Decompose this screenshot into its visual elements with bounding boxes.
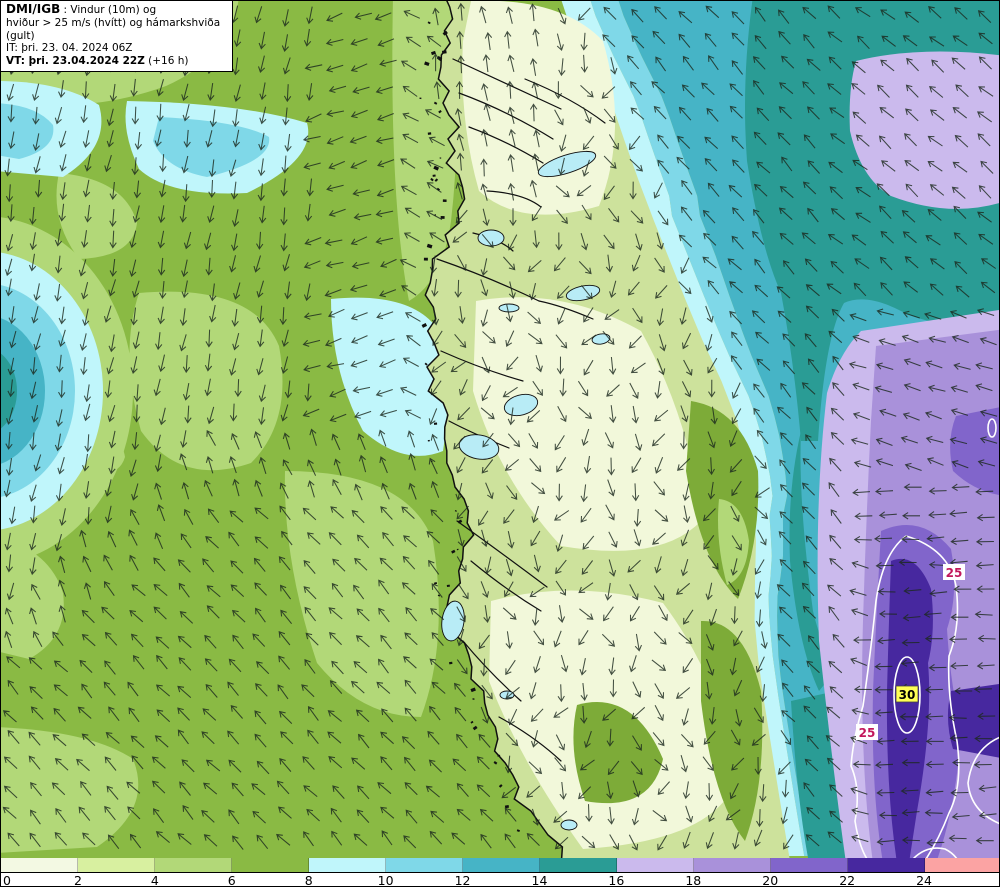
colorbar-tick-0: 0 — [3, 873, 11, 887]
colorbar-segment-18 — [694, 858, 771, 872]
coastal-island — [442, 199, 447, 203]
colorbar-segment-10 — [386, 858, 463, 872]
colorbar-segment-24 — [925, 858, 999, 872]
lake — [498, 303, 520, 313]
coastal-island — [423, 257, 428, 261]
map-canvas: 25 25 30 — [1, 1, 999, 858]
coastal-island — [446, 584, 450, 588]
gust-label-text: 30 — [899, 688, 916, 702]
colorbar-tick-6: 6 — [227, 873, 236, 887]
forecast-legend-box: DMI/IGB : Vindur (10m) og hviður > 25 m/… — [1, 1, 233, 72]
legend-line-1: DMI/IGB : Vindur (10m) og — [6, 2, 157, 16]
coastal-island — [441, 50, 447, 54]
colorbar-segment-6 — [232, 858, 309, 872]
colorbar-tick-12: 12 — [454, 873, 471, 887]
colorbar-tick-18: 18 — [685, 873, 702, 887]
colorbar-segment-22 — [848, 858, 925, 872]
colorbar-tick-labels: 0 2 4 6 8 10 12 14 16 18 20 22 24 — [1, 873, 999, 887]
colorbar-tick-10: 10 — [377, 873, 394, 887]
colorbar-tick-8: 8 — [304, 873, 313, 887]
colorbar-segment-20 — [771, 858, 848, 872]
colorbar-tick-16: 16 — [608, 873, 625, 887]
colorbar-segment-4 — [155, 858, 232, 872]
colorbar-tick-2: 2 — [73, 873, 82, 887]
lake — [560, 819, 578, 831]
colorbar-tick-4: 4 — [150, 873, 159, 887]
colorbar-segment-2 — [78, 858, 155, 872]
coastal-island — [432, 174, 436, 177]
lake — [477, 229, 505, 247]
coastal-island — [427, 439, 430, 442]
model-name: DMI/IGB — [6, 2, 61, 16]
coastal-island — [427, 132, 432, 135]
colorbar-tick-20: 20 — [762, 873, 779, 887]
colorbar-segment-14 — [540, 858, 617, 872]
legend-line-4: VT: þri. 23.04.2024 22Z (+16 h) — [6, 55, 189, 68]
wind-forecast-map: 25 25 30 DMI/IGB : Vindur (10m) og hviður … — [1, 1, 999, 858]
gust-label-text: 25 — [946, 566, 963, 580]
colorbar-segment-8 — [309, 858, 386, 872]
colorbar-segment-0 — [1, 858, 78, 872]
colorbar-tick-14: 14 — [531, 873, 548, 887]
coastal-island — [440, 215, 445, 219]
coastal-island — [433, 422, 438, 425]
colorbar-tick-22: 22 — [839, 873, 856, 887]
colorbar-segment-12 — [463, 858, 540, 872]
wind-speed-colorbar — [1, 858, 999, 873]
legend-line-3: IT: þri. 23. 04. 2024 06Z — [6, 42, 133, 55]
legend-line-2: hviður > 25 m/s (hvítt) og hámarkshviða … — [6, 16, 221, 42]
weather-map-frame: 25 25 30 DMI/IGB : Vindur (10m) og hviður … — [0, 0, 1000, 887]
coastal-island — [497, 754, 501, 757]
colorbar-tick-24: 24 — [916, 873, 933, 887]
coastal-island — [449, 661, 453, 665]
colorbar-segment-16 — [617, 858, 694, 872]
gust-label-text: 25 — [859, 726, 876, 740]
